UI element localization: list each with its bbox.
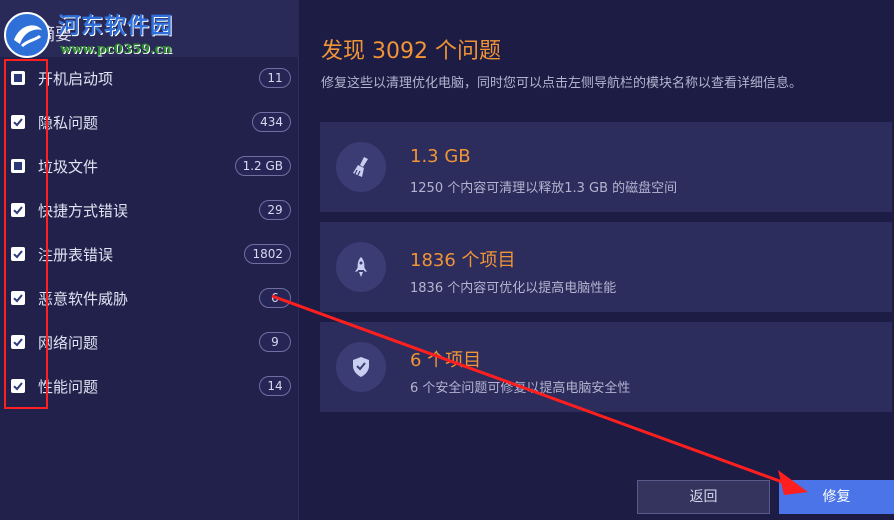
count-badge: 29 — [259, 200, 291, 220]
main-panel: 发现 3092 个问题 修复这些以清理优化电脑，同时您可以点击左侧导航栏的模块名… — [300, 0, 894, 520]
watermark-title: 河东软件园 — [58, 13, 174, 39]
broom-icon — [336, 142, 386, 192]
count-badge: 11 — [259, 68, 291, 88]
page-title: 发现 3092 个问题 — [321, 39, 501, 64]
back-button[interactable]: 返回 — [637, 480, 770, 514]
sidebar-item-label: 注册表错误 — [38, 246, 114, 264]
watermark-logo-icon — [4, 12, 50, 58]
watermark: 河东软件园 www.pc0359.cn — [0, 4, 210, 60]
card-title: 1836 个项目 — [410, 250, 516, 271]
card-description: 6 个安全问题可修复以提高电脑安全性 — [410, 381, 631, 396]
card-description: 1250 个内容可清理以释放1.3 GB 的磁盘空间 — [410, 181, 678, 196]
result-card-security[interactable]: 6 个项目 6 个安全问题可修复以提高电脑安全性 — [320, 322, 892, 412]
count-badge: 14 — [259, 376, 291, 396]
page-subtitle: 修复这些以清理优化电脑，同时您可以点击左侧导航栏的模块名称以查看详细信息。 — [321, 76, 803, 91]
rocket-icon — [336, 242, 386, 292]
count-badge: 9 — [259, 332, 291, 352]
watermark-url: www.pc0359.cn — [60, 42, 172, 57]
sidebar-item-label: 恶意软件威胁 — [38, 290, 129, 308]
card-description: 1836 个内容可优化以提高电脑性能 — [410, 281, 617, 296]
shield-icon — [336, 342, 386, 392]
annotation-highlight-box — [4, 59, 48, 409]
card-title: 1.3 GB — [410, 146, 471, 167]
card-title: 6 个项目 — [410, 350, 482, 371]
count-badge: 6 — [259, 288, 291, 308]
result-card-junk[interactable]: 1.3 GB 1250 个内容可清理以释放1.3 GB 的磁盘空间 — [320, 122, 892, 212]
result-card-optimize[interactable]: 1836 个项目 1836 个内容可优化以提高电脑性能 — [320, 222, 892, 312]
sidebar-item-label: 开机启动项 — [38, 70, 114, 88]
count-badge: 1802 — [244, 244, 291, 264]
fix-button[interactable]: 修复 — [779, 480, 894, 514]
count-badge: 1.2 GB — [234, 156, 291, 176]
sidebar-item-label: 快捷方式错误 — [38, 202, 129, 220]
count-badge: 434 — [252, 112, 291, 132]
